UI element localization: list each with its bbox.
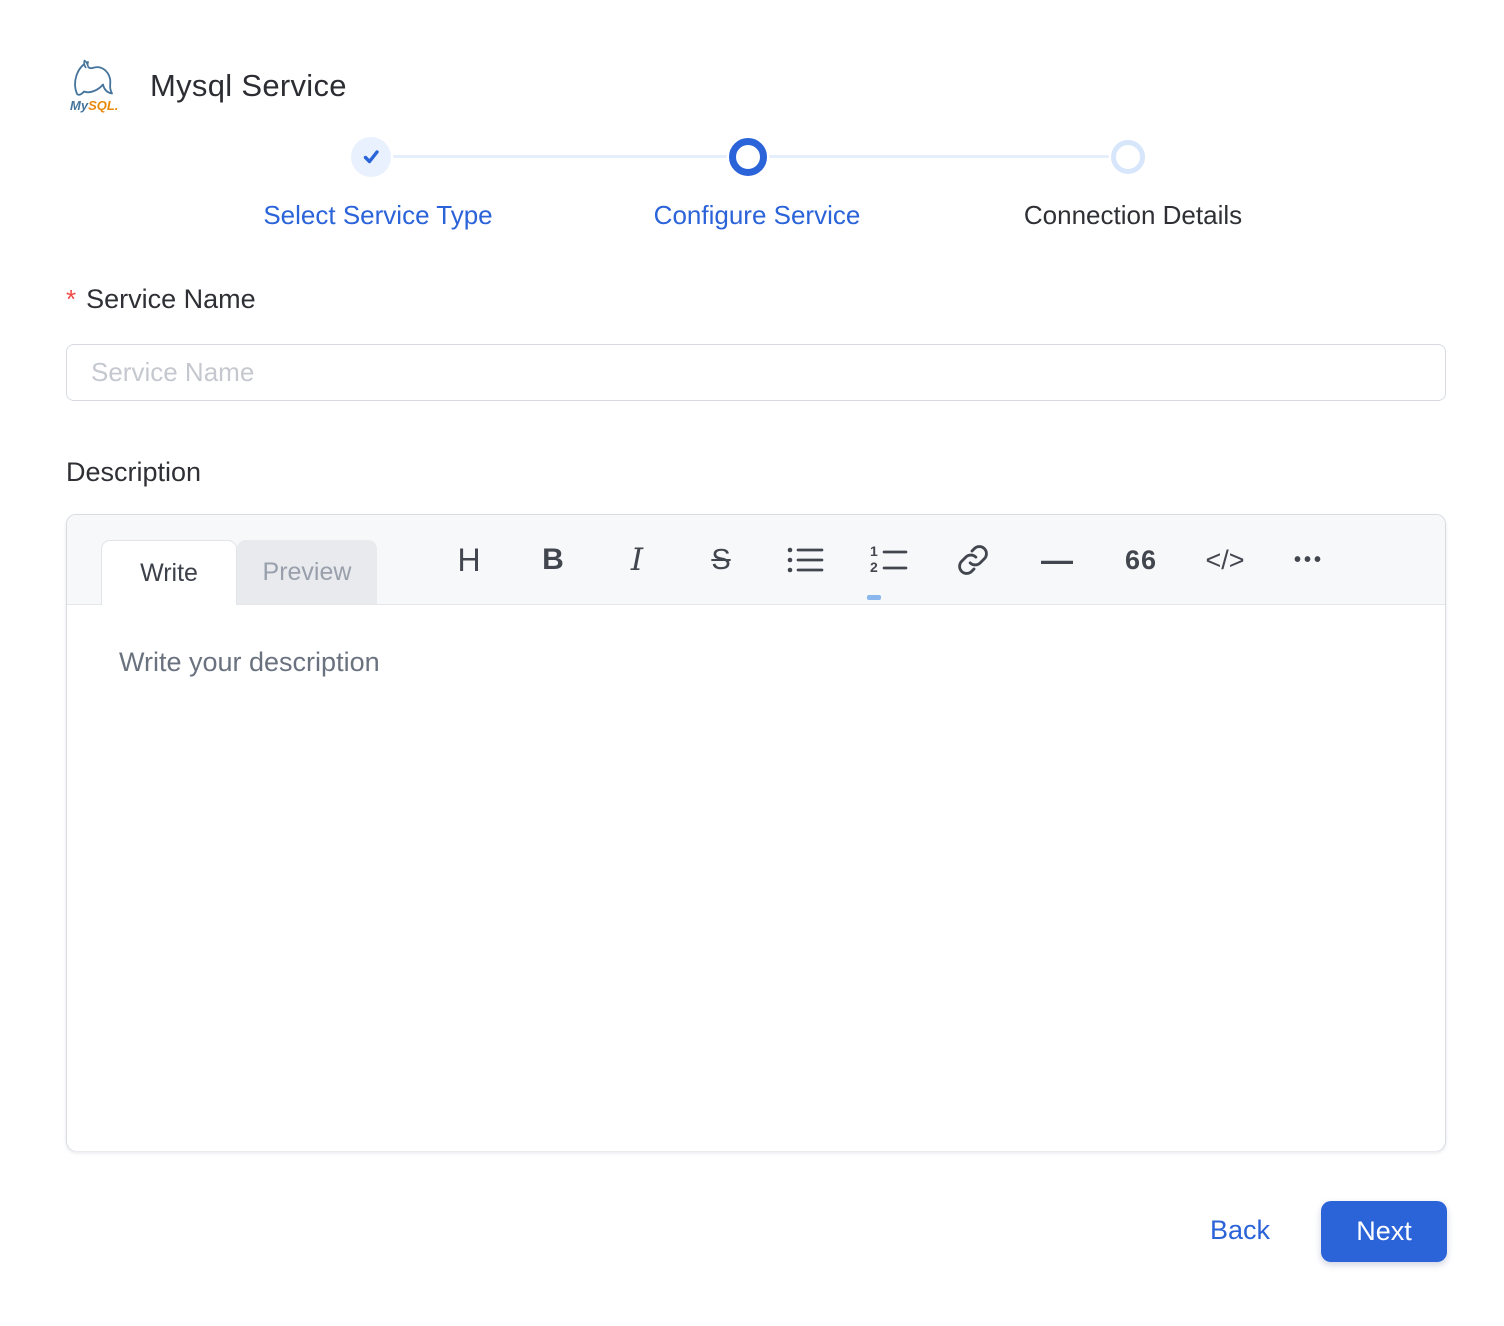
mysql-logo-icon: MySQL.	[60, 54, 124, 118]
service-name-label: * Service Name	[66, 284, 256, 315]
description-label: Description	[66, 457, 201, 488]
editor-toolbar-bar: Write Preview H B I S 1	[67, 515, 1445, 605]
tab-preview[interactable]: Preview	[237, 540, 377, 604]
mysql-service-wizard: MySQL. Mysql Service Select Service Type…	[0, 0, 1504, 1326]
numbered-list-icon[interactable]: 1 2	[869, 537, 909, 583]
next-button[interactable]: Next	[1321, 1201, 1447, 1262]
step-label-configure-service: Configure Service	[654, 200, 861, 231]
editor-write-area	[67, 605, 1445, 1151]
svg-text:2: 2	[870, 559, 878, 575]
more-icon[interactable]: •••	[1289, 537, 1329, 583]
required-asterisk: *	[66, 284, 76, 314]
quote-icon[interactable]: 66	[1121, 537, 1161, 583]
logo-text-my: My	[70, 98, 89, 113]
tab-write[interactable]: Write	[101, 540, 237, 605]
svg-text:MySQL.: MySQL.	[70, 98, 118, 113]
strikethrough-icon[interactable]: S	[701, 537, 741, 583]
stepper-connector-1	[393, 155, 727, 158]
bold-icon[interactable]: B	[533, 537, 573, 583]
step-upcoming-circle	[1111, 140, 1145, 174]
step-label-select-service-type: Select Service Type	[263, 200, 492, 231]
code-icon[interactable]: </>	[1205, 537, 1245, 583]
description-editor: Write Preview H B I S 1	[66, 514, 1446, 1151]
svg-text:1: 1	[870, 544, 878, 559]
page-title: Mysql Service	[150, 68, 347, 104]
bulleted-list-icon[interactable]	[785, 537, 825, 583]
step-label-connection-details: Connection Details	[1024, 200, 1242, 231]
service-name-label-text: Service Name	[86, 284, 256, 314]
horizontal-rule-icon[interactable]: —	[1037, 537, 1077, 583]
check-icon	[360, 146, 382, 168]
description-textarea[interactable]	[67, 605, 1445, 1151]
heading-icon[interactable]: H	[449, 537, 489, 583]
editor-tabs: Write Preview	[101, 540, 377, 605]
formatting-toolbar: H B I S 1 2	[449, 537, 1329, 583]
brand-header: MySQL. Mysql Service	[60, 54, 347, 118]
link-icon[interactable]	[953, 537, 993, 583]
step-active-circle	[729, 138, 767, 176]
wizard-stepper: Select Service Type Configure Service Co…	[0, 137, 1504, 247]
service-name-input[interactable]	[66, 344, 1446, 401]
logo-text-sql: SQL.	[88, 98, 118, 113]
back-button[interactable]: Back	[1192, 1215, 1288, 1246]
step-completed-circle	[351, 137, 391, 177]
stepper-connector-2	[769, 155, 1109, 158]
italic-icon[interactable]: I	[617, 537, 657, 583]
clipped-tooltip-artifact	[867, 595, 881, 600]
